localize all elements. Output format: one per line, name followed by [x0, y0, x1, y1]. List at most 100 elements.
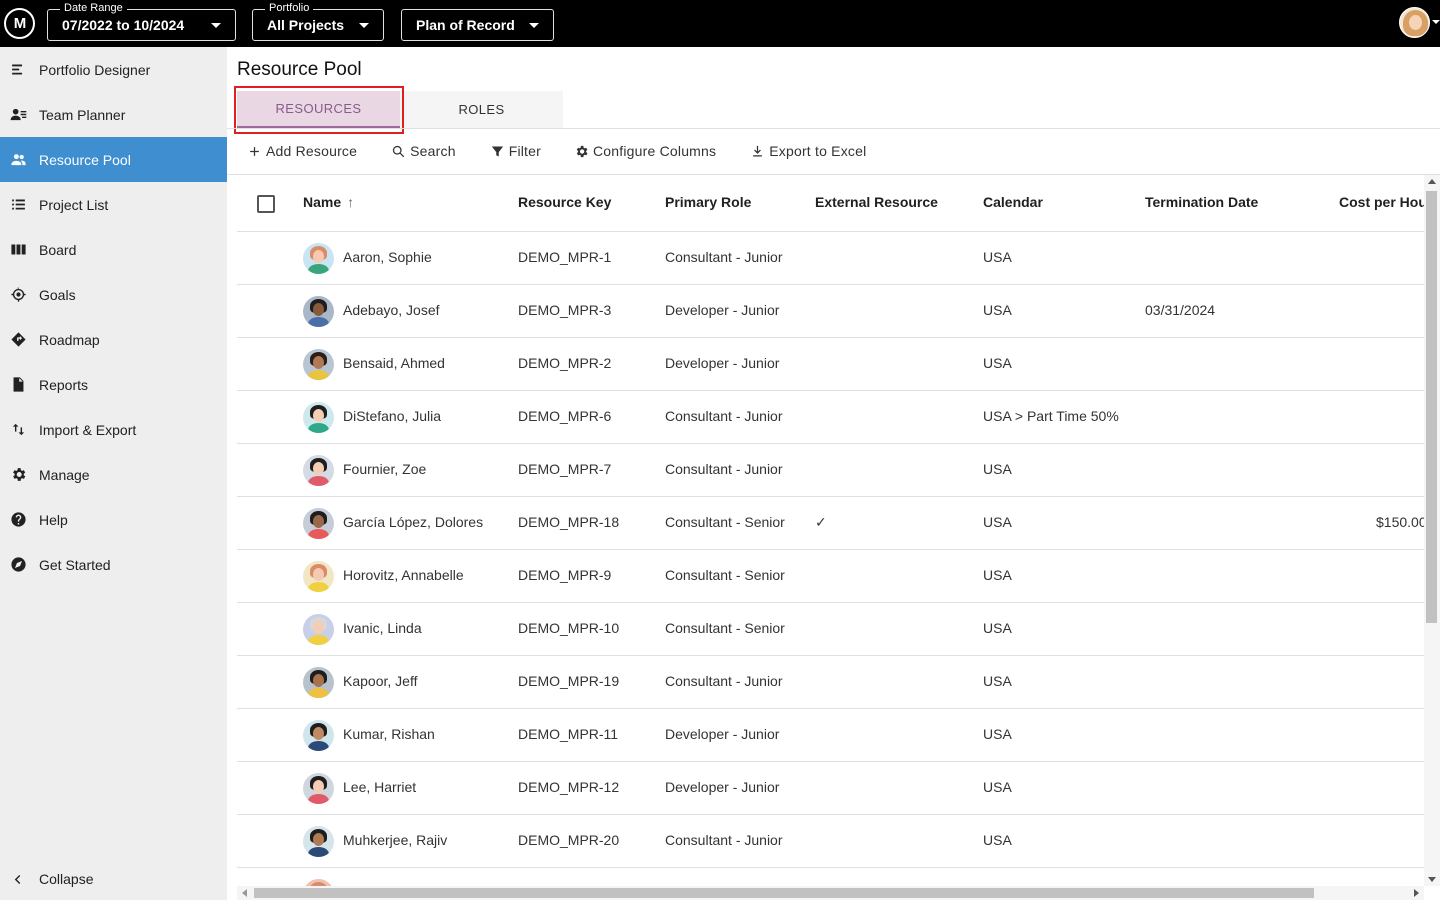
horizontal-scrollbar[interactable]	[237, 886, 1424, 900]
avatar	[303, 296, 334, 327]
tab-resources[interactable]: RESOURCES	[237, 91, 400, 128]
cell-primary-role: Developer - Junior	[665, 355, 780, 371]
gear-icon	[9, 466, 27, 484]
table-row[interactable]: Bensaid, Ahmed DEMO_MPR-2 Developer - Juni…	[237, 338, 1424, 391]
scroll-down-icon[interactable]	[1428, 877, 1436, 882]
scroll-left-icon[interactable]	[242, 889, 247, 897]
board-icon	[9, 241, 27, 259]
sidebar-item-portfolio-designer[interactable]: Portfolio Designer	[0, 47, 227, 92]
sort-ascending-icon[interactable]: ↑	[347, 194, 354, 210]
table-row[interactable]	[237, 868, 1424, 886]
cell-resource-key: DEMO_MPR-20	[518, 832, 620, 848]
tab-roles[interactable]: ROLES	[400, 91, 563, 128]
sidebar-item-import-export[interactable]: Import & Export	[0, 407, 227, 452]
cell-primary-role: Consultant - Junior	[665, 249, 783, 265]
cell-primary-role: Consultant - Senior	[665, 514, 785, 530]
cell-resource-key: DEMO_MPR-19	[518, 673, 620, 689]
configure-columns-button[interactable]: Configure Columns	[574, 143, 716, 159]
import-export-icon	[9, 421, 27, 439]
chevron-down-icon	[211, 22, 221, 28]
cell-resource-key: DEMO_MPR-3	[518, 302, 612, 318]
search-icon	[393, 145, 405, 157]
scroll-right-icon[interactable]	[1414, 889, 1419, 897]
filter-button[interactable]: Filter	[490, 143, 541, 159]
target-icon	[9, 286, 27, 304]
table-row[interactable]: Kapoor, Jeff DEMO_MPR-19 Consultant - Juni…	[237, 656, 1424, 709]
cell-primary-role: Consultant - Senior	[665, 620, 785, 636]
column-header-external-resource[interactable]: External Resource	[815, 194, 938, 210]
sidebar-item-project-list[interactable]: Project List	[0, 182, 227, 227]
table-row[interactable]: Adebayo, Josef DEMO_MPR-3 Developer - Juni…	[237, 285, 1424, 338]
table-row[interactable]: Muhkerjee, Rajiv DEMO_MPR-20 Consultant - …	[237, 815, 1424, 868]
cell-primary-role: Consultant - Junior	[665, 461, 783, 477]
add-resource-button[interactable]: Add Resource	[247, 143, 357, 159]
document-icon	[9, 376, 27, 394]
scenario-value: Plan of Record	[416, 17, 515, 33]
sidebar-item-board[interactable]: Board	[0, 227, 227, 272]
chevron-down-icon[interactable]	[1432, 20, 1440, 24]
cell-calendar: USA	[983, 832, 1012, 848]
sidebar-item-roadmap[interactable]: Roadmap	[0, 317, 227, 362]
avatar	[303, 614, 334, 645]
sidebar-item-label: Project List	[39, 196, 109, 213]
collapse-label: Collapse	[39, 871, 94, 887]
sidebar-item-label: Team Planner	[39, 106, 126, 123]
table-row[interactable]: Fournier, Zoe DEMO_MPR-7 Consultant - Juni…	[237, 444, 1424, 497]
avatar	[303, 667, 334, 698]
cell-termination-date: 03/31/2024	[1145, 302, 1216, 318]
cell-name: García López, Dolores	[343, 514, 484, 530]
cell-name: Fournier, Zoe	[343, 461, 427, 477]
export-to-excel-button[interactable]: Export to Excel	[750, 143, 866, 159]
sidebar-item-help[interactable]: Help	[0, 497, 227, 542]
cell-calendar: USA	[983, 302, 1012, 318]
cell-external-resource: ✓	[815, 514, 827, 530]
chevron-down-icon	[529, 22, 539, 28]
sidebar: Portfolio Designer Team Planner Resource…	[0, 47, 227, 900]
table-row[interactable]: Ivanic, Linda DEMO_MPR-10 Consultant - Sen…	[237, 603, 1424, 656]
cell-name: Aaron, Sophie	[343, 249, 432, 265]
chevron-down-icon	[359, 22, 369, 28]
column-header-calendar[interactable]: Calendar	[983, 194, 1043, 210]
scroll-up-icon[interactable]	[1428, 179, 1436, 184]
table-row[interactable]: Lee, Harriet DEMO_MPR-12 Developer - Junio…	[237, 762, 1424, 815]
collapse-sidebar-button[interactable]: Collapse	[0, 858, 227, 900]
table-row[interactable]: García López, Dolores DEMO_MPR-18 Consulta…	[237, 497, 1424, 550]
sidebar-item-reports[interactable]: Reports	[0, 362, 227, 407]
add-resource-label: Add Resource	[266, 143, 358, 159]
table-row[interactable]: Aaron, Sophie DEMO_MPR-1 Consultant - Juni…	[237, 232, 1424, 285]
scenario-select[interactable]: Plan of Record	[401, 9, 554, 41]
sidebar-item-manage[interactable]: Manage	[0, 452, 227, 497]
portfolio-designer-icon	[9, 61, 27, 79]
cell-resource-key: DEMO_MPR-9	[518, 567, 612, 583]
scrollbar-thumb[interactable]	[1426, 191, 1437, 623]
avatar	[303, 720, 334, 751]
tab-bar: RESOURCES ROLES	[237, 91, 563, 128]
plus-icon	[250, 146, 259, 156]
divider	[227, 128, 1440, 129]
column-header-cost-per-hour[interactable]: Cost per Hou	[1339, 194, 1424, 210]
table-row[interactable]: Kumar, Rishan DEMO_MPR-11 Developer - Juni…	[237, 709, 1424, 762]
date-range-select[interactable]: Date Range 07/2022 to 10/2024	[47, 1, 236, 41]
column-header-name[interactable]: Name ↑	[303, 194, 354, 210]
portfolio-select[interactable]: Portfolio All Projects	[252, 1, 384, 41]
table-row[interactable]: Horovitz, Annabelle DEMO_MPR-9 Consultant …	[237, 550, 1424, 603]
column-header-primary-role[interactable]: Primary Role	[665, 194, 751, 210]
select-all-checkbox[interactable]	[257, 195, 275, 213]
cell-calendar: USA	[983, 567, 1012, 583]
scrollbar-thumb[interactable]	[254, 888, 1314, 898]
cell-resource-key: DEMO_MPR-11	[518, 726, 619, 742]
sidebar-item-resource-pool[interactable]: Resource Pool	[0, 137, 227, 182]
sidebar-item-get-started[interactable]: Get Started	[0, 542, 227, 587]
cell-name: Horovitz, Annabelle	[343, 567, 464, 583]
table-row[interactable]: DiStefano, Julia DEMO_MPR-6 Consultant - J…	[237, 391, 1424, 444]
sidebar-item-team-planner[interactable]: Team Planner	[0, 92, 227, 137]
app-logo[interactable]: M	[4, 8, 35, 39]
column-header-termination-date[interactable]: Termination Date	[1145, 194, 1258, 210]
vertical-scrollbar[interactable]	[1424, 175, 1440, 886]
cell-primary-role: Consultant - Junior	[665, 673, 783, 689]
roadmap-icon	[9, 331, 27, 349]
sidebar-item-goals[interactable]: Goals	[0, 272, 227, 317]
user-avatar[interactable]	[1399, 7, 1430, 38]
column-header-resource-key[interactable]: Resource Key	[518, 194, 611, 210]
search-button[interactable]: Search	[391, 143, 456, 159]
